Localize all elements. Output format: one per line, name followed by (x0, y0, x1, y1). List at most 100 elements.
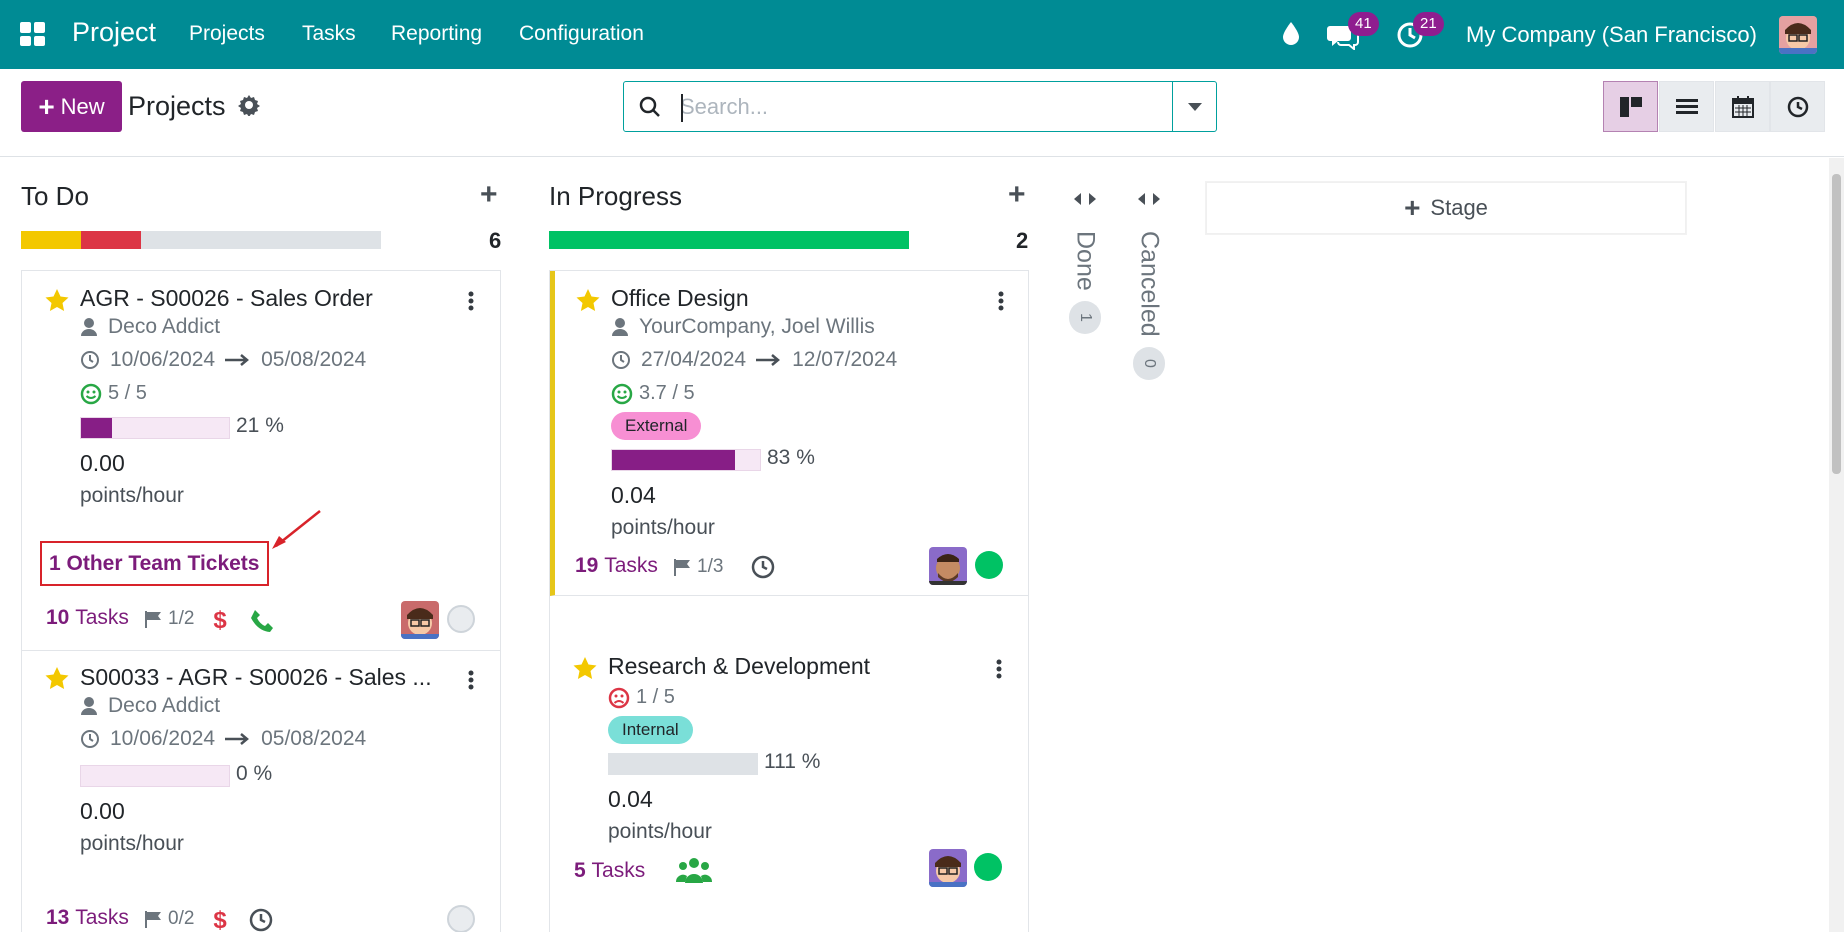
menu-configuration[interactable]: Configuration (519, 22, 644, 46)
favorite-star-icon[interactable] (572, 656, 598, 680)
vertical-scrollbar[interactable] (1829, 158, 1844, 932)
progress-bar (80, 417, 230, 439)
app-brand[interactable]: Project (72, 17, 156, 48)
apps-menu-icon[interactable] (20, 22, 45, 46)
progress-label: 21 % (236, 414, 284, 437)
tasks-count: 19 (575, 554, 599, 577)
date-start: 10/06/2024 (110, 348, 216, 371)
status-indicator-green[interactable] (974, 853, 1002, 881)
menu-projects[interactable]: Projects (189, 22, 265, 46)
column-progress-inprogress[interactable] (549, 231, 909, 249)
column-add-inprogress[interactable]: + (1008, 180, 1026, 210)
tasks-link[interactable]: 19 Tasks (575, 554, 658, 578)
manager-avatar[interactable] (401, 601, 439, 639)
tasks-link[interactable]: 13 Tasks (46, 906, 129, 930)
svg-text:$: $ (213, 607, 227, 633)
tasks-link[interactable]: 5 Tasks (574, 859, 645, 883)
status-indicator-green[interactable] (975, 551, 1003, 579)
tag-internal: Internal (608, 716, 693, 744)
kanban-board: To Do + 6 In Progress + 2 AGR - S00026 -… (0, 158, 1844, 932)
column-add-todo[interactable]: + (480, 180, 498, 210)
column-title-done: Done (1071, 231, 1100, 291)
gear-icon[interactable] (238, 94, 260, 121)
other-team-tickets-link[interactable]: 1 Other Team Tickets (40, 541, 269, 586)
plus-icon: + (1404, 192, 1421, 223)
arrow-right-icon (225, 733, 250, 745)
progress-label: 0 % (236, 762, 273, 785)
tasks-link[interactable]: 10 Tasks (46, 606, 129, 630)
favorite-star-icon[interactable] (575, 288, 601, 312)
customer-name: Deco Addict (108, 694, 221, 717)
water-drop-icon[interactable] (1280, 20, 1302, 51)
rating-value: 5 / 5 (108, 382, 147, 404)
progress-label: 83 % (767, 446, 815, 469)
progress-fill (81, 418, 113, 438)
frown-icon (608, 687, 630, 708)
manager-avatar[interactable] (929, 547, 967, 585)
menu-reporting[interactable]: Reporting (391, 22, 482, 46)
new-button[interactable]: + New (21, 81, 122, 132)
card-title: Office Design (611, 285, 749, 311)
calendar-view-button[interactable] (1715, 81, 1770, 132)
dollar-icon[interactable]: $ (212, 907, 228, 932)
column-canceled-folded[interactable]: Canceled 0 (1132, 192, 1166, 385)
progress-segment-yellow[interactable] (21, 231, 81, 249)
list-view-button[interactable] (1659, 81, 1714, 132)
dollar-icon[interactable]: $ (212, 607, 228, 633)
column-progress-todo[interactable] (21, 231, 381, 249)
progress-segment-green[interactable] (549, 231, 909, 249)
clock-icon[interactable] (248, 907, 274, 932)
milestones-value: 1/3 (697, 556, 724, 577)
card-title: AGR - S00026 - Sales Order (80, 285, 373, 311)
status-indicator[interactable] (447, 605, 475, 633)
status-indicator[interactable] (447, 905, 475, 932)
menu-tasks[interactable]: Tasks (302, 22, 356, 46)
kebab-menu-icon[interactable] (468, 291, 474, 311)
activity-clock-icon[interactable]: 21 (1395, 12, 1444, 55)
project-card[interactable]: Research & Development 1 / 5 Internal 11… (550, 639, 1028, 932)
points-value: 0.04 (611, 482, 656, 508)
expand-arrows-icon[interactable] (1138, 192, 1160, 206)
column-done-folded[interactable]: Done 1 (1068, 192, 1102, 339)
add-stage-button[interactable]: + Stage (1206, 182, 1686, 234)
kanban-icon (1619, 96, 1642, 117)
project-card[interactable]: Office Design YourCompany, Joel Willis 2… (550, 271, 1028, 596)
search-icon (638, 95, 662, 124)
project-card[interactable]: AGR - S00026 - Sales Order Deco Addict 1… (22, 271, 500, 651)
kebab-menu-icon[interactable] (468, 670, 474, 690)
clock-icon[interactable] (750, 554, 776, 580)
column-count-todo: 6 (489, 228, 502, 253)
control-panel: + New Projects (0, 69, 1844, 157)
milestones-value: 1/2 (168, 608, 195, 629)
scrollbar-thumb[interactable] (1832, 174, 1841, 474)
rating-value: 3.7 / 5 (639, 382, 695, 404)
caret-down-icon (1187, 102, 1202, 111)
user-avatar[interactable] (1779, 16, 1817, 54)
tasks-count: 5 (574, 859, 586, 882)
manager-avatar[interactable] (929, 849, 967, 887)
date-start: 10/06/2024 (110, 727, 216, 750)
favorite-star-icon[interactable] (44, 666, 70, 690)
points-unit: points/hour (80, 832, 184, 855)
search-options-toggle[interactable] (1172, 82, 1216, 131)
activity-view-button[interactable] (1770, 81, 1825, 132)
favorite-star-icon[interactable] (44, 288, 70, 312)
expand-arrows-icon[interactable] (1074, 192, 1096, 206)
points-unit: points/hour (611, 516, 715, 539)
points-value: 0.00 (80, 450, 125, 476)
search-input[interactable] (680, 90, 1150, 124)
svg-text:$: $ (213, 907, 227, 932)
points-unit: points/hour (608, 820, 712, 843)
chat-icon[interactable]: 41 (1326, 12, 1379, 55)
flag-icon (145, 611, 161, 628)
progress-segment-red[interactable] (81, 231, 141, 249)
top-navbar: Project Projects Tasks Reporting Configu… (0, 0, 1844, 69)
users-icon[interactable] (676, 856, 712, 884)
kebab-menu-icon[interactable] (996, 659, 1002, 679)
company-switcher[interactable]: My Company (San Francisco) (1466, 22, 1757, 48)
kebab-menu-icon[interactable] (998, 291, 1004, 311)
phone-icon[interactable] (249, 608, 275, 634)
kanban-view-button[interactable] (1603, 81, 1658, 132)
calendar-icon (1731, 95, 1754, 118)
project-card[interactable]: S00033 - AGR - S00026 - Sales ... Deco A… (22, 652, 500, 932)
